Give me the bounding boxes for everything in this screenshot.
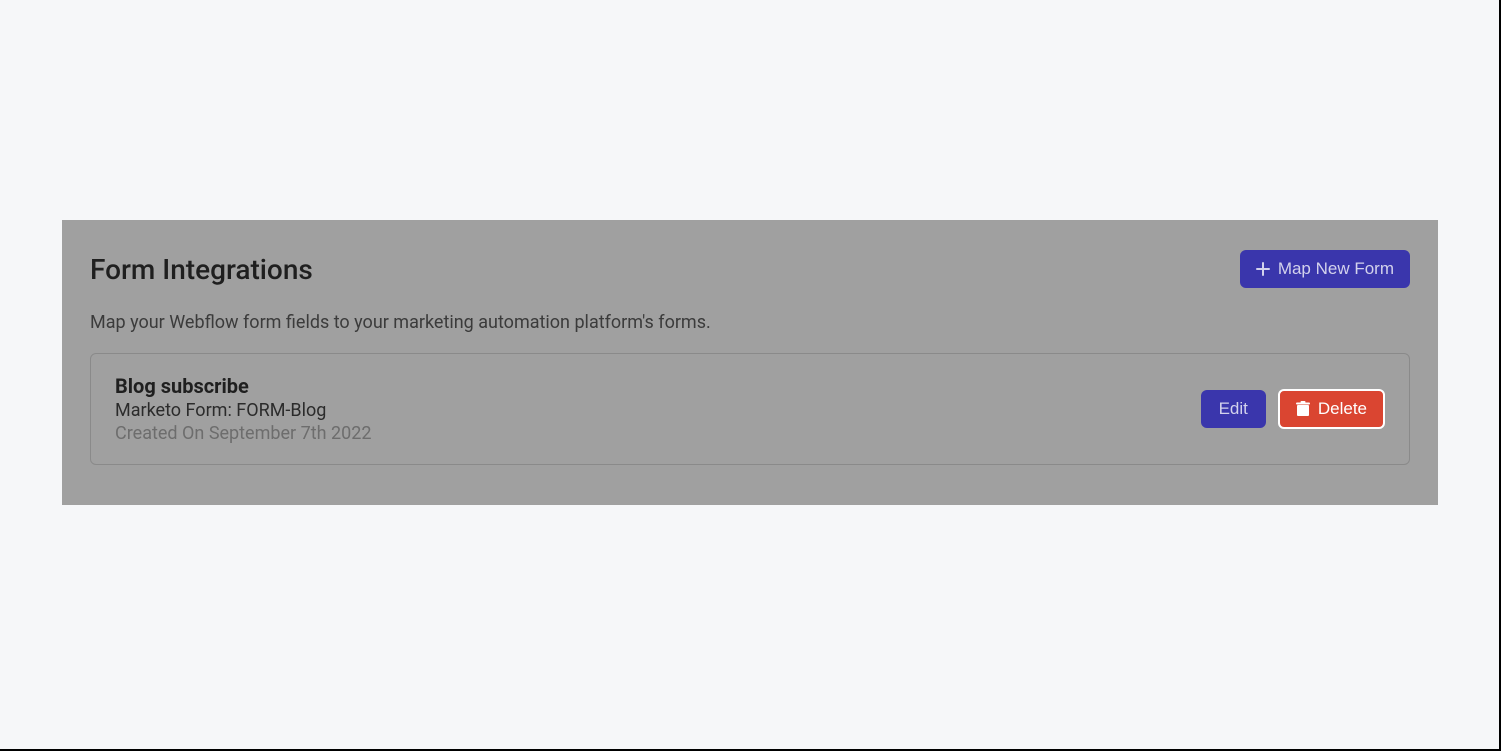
trash-icon xyxy=(1296,401,1310,417)
edit-button[interactable]: Edit xyxy=(1201,390,1266,428)
plus-icon xyxy=(1256,262,1270,276)
form-card-subtitle: Marketo Form: FORM-Blog xyxy=(115,400,371,421)
form-integrations-panel: Form Integrations Map New Form Map your … xyxy=(62,220,1438,505)
delete-button-label: Delete xyxy=(1318,399,1367,419)
delete-button[interactable]: Delete xyxy=(1278,389,1385,429)
form-card-actions: Edit Delete xyxy=(1201,389,1385,429)
panel-header: Form Integrations Map New Form xyxy=(90,250,1410,288)
panel-description: Map your Webflow form fields to your mar… xyxy=(90,312,1410,333)
form-card-title: Blog subscribe xyxy=(115,374,371,398)
form-card-info: Blog subscribe Marketo Form: FORM-Blog C… xyxy=(115,374,371,444)
edit-button-label: Edit xyxy=(1219,399,1248,419)
map-new-form-label: Map New Form xyxy=(1278,259,1394,279)
page-title: Form Integrations xyxy=(90,253,313,286)
form-card-created: Created On September 7th 2022 xyxy=(115,423,371,444)
map-new-form-button[interactable]: Map New Form xyxy=(1240,250,1410,288)
form-card: Blog subscribe Marketo Form: FORM-Blog C… xyxy=(90,353,1410,465)
